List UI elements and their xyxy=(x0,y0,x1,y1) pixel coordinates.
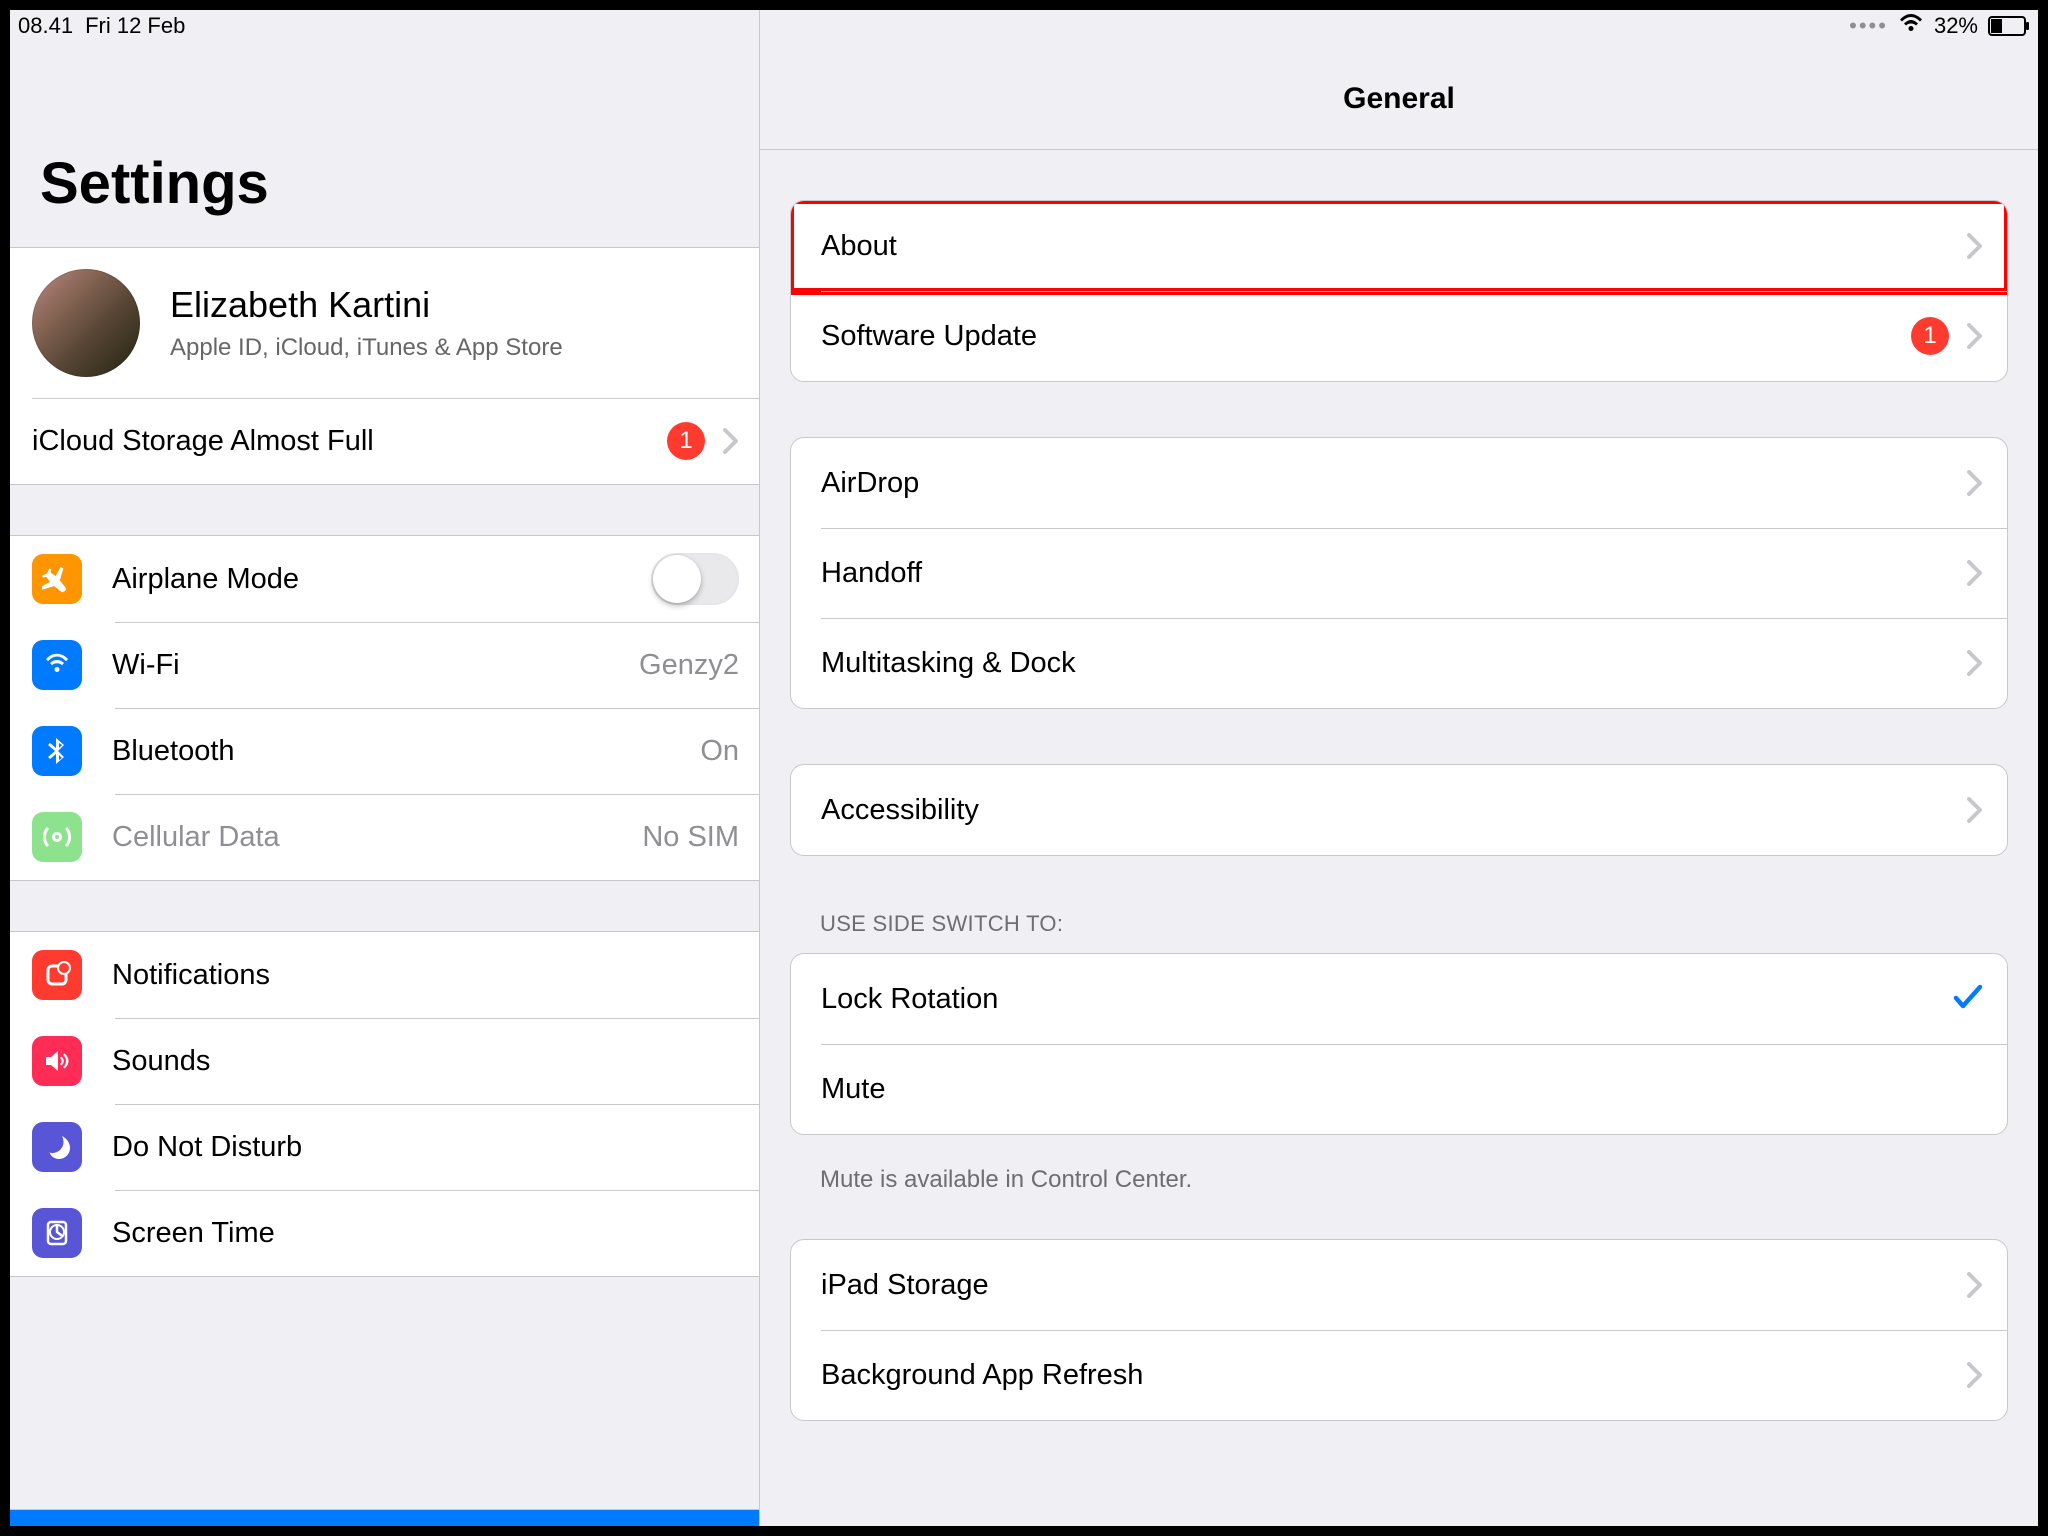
sidebar-item-screentime[interactable]: Screen Time xyxy=(10,1190,759,1276)
wifi-value: Genzy2 xyxy=(639,649,739,682)
detail-item-about[interactable]: About xyxy=(791,201,2007,291)
sidebar-item-general[interactable]: General 1 xyxy=(10,1510,759,1526)
side-switch-heading: USE SIDE SWITCH TO: xyxy=(790,911,2008,953)
battery-icon xyxy=(1988,16,2030,36)
multitasking-label: Multitasking & Dock xyxy=(821,647,1949,680)
detail-item-accessibility[interactable]: Accessibility xyxy=(791,765,2007,855)
software-update-badge: 1 xyxy=(1911,317,1949,355)
detail-item-ipad-storage[interactable]: iPad Storage xyxy=(791,1240,2007,1330)
detail-item-lock-rotation[interactable]: Lock Rotation xyxy=(791,954,2007,1044)
sidebar-item-wifi[interactable]: Wi-Fi Genzy2 xyxy=(10,622,759,708)
screentime-icon xyxy=(32,1208,82,1258)
icloud-storage-warning-row[interactable]: iCloud Storage Almost Full 1 xyxy=(10,398,759,484)
status-dots-icon: •••• xyxy=(1849,13,1888,39)
status-time: 08.41 xyxy=(18,13,73,39)
handoff-label: Handoff xyxy=(821,557,1949,590)
bluetooth-label: Bluetooth xyxy=(112,735,690,768)
detail-item-software-update[interactable]: Software Update 1 xyxy=(791,291,2007,381)
icloud-storage-label: iCloud Storage Almost Full xyxy=(32,425,657,458)
sidebar-item-bluetooth[interactable]: Bluetooth On xyxy=(10,708,759,794)
bluetooth-value: On xyxy=(700,735,739,768)
checkmark-icon xyxy=(1953,984,1983,1015)
detail-item-bg-refresh[interactable]: Background App Refresh xyxy=(791,1330,2007,1420)
side-switch-footer: Mute is available in Control Center. xyxy=(790,1150,2008,1194)
bluetooth-icon xyxy=(32,726,82,776)
airplane-label: Airplane Mode xyxy=(112,563,651,596)
notifications-label: Notifications xyxy=(112,959,739,992)
apple-id-row[interactable]: Elizabeth Kartini Apple ID, iCloud, iTun… xyxy=(10,248,759,398)
chevron-right-icon xyxy=(1967,1272,1983,1298)
chevron-right-icon xyxy=(723,428,739,454)
about-label: About xyxy=(821,230,1949,263)
sounds-label: Sounds xyxy=(112,1045,739,1078)
detail-item-handoff[interactable]: Handoff xyxy=(791,528,2007,618)
sidebar-item-notifications[interactable]: Notifications xyxy=(10,932,759,1018)
notifications-icon xyxy=(32,950,82,1000)
dnd-label: Do Not Disturb xyxy=(112,1131,739,1164)
avatar xyxy=(32,269,140,377)
wifi-icon xyxy=(1898,13,1924,39)
airplane-icon xyxy=(32,554,82,604)
icloud-storage-badge: 1 xyxy=(667,422,705,460)
cellular-value: No SIM xyxy=(642,821,739,854)
detail-item-airdrop[interactable]: AirDrop xyxy=(791,438,2007,528)
sounds-icon xyxy=(32,1036,82,1086)
apple-id-sub: Apple ID, iCloud, iTunes & App Store xyxy=(170,334,563,362)
detail-pane: General About Software Update 1 Air xyxy=(760,10,2038,1526)
cellular-icon xyxy=(32,812,82,862)
chevron-right-icon xyxy=(1967,650,1983,676)
sidebar-item-dnd[interactable]: Do Not Disturb xyxy=(10,1104,759,1190)
mute-label: Mute xyxy=(821,1073,1983,1106)
airplane-toggle[interactable] xyxy=(651,553,739,605)
chevron-right-icon xyxy=(1967,323,1983,349)
settings-title: Settings xyxy=(10,10,759,247)
accessibility-label: Accessibility xyxy=(821,794,1949,827)
device-frame: 08.41 Fri 12 Feb •••• 32% Settings xyxy=(0,0,2048,1536)
dnd-icon xyxy=(32,1122,82,1172)
airdrop-label: AirDrop xyxy=(821,467,1949,500)
chevron-right-icon xyxy=(1967,797,1983,823)
sidebar-item-sounds[interactable]: Sounds xyxy=(10,1018,759,1104)
bg-refresh-label: Background App Refresh xyxy=(821,1359,1949,1392)
sidebar-item-cellular[interactable]: Cellular Data No SIM xyxy=(10,794,759,880)
wifi-settings-icon xyxy=(32,640,82,690)
screentime-label: Screen Time xyxy=(112,1217,739,1250)
chevron-right-icon xyxy=(1967,470,1983,496)
apple-id-name: Elizabeth Kartini xyxy=(170,284,563,326)
detail-item-multitasking[interactable]: Multitasking & Dock xyxy=(791,618,2007,708)
lock-rotation-label: Lock Rotation xyxy=(821,983,1953,1016)
software-update-label: Software Update xyxy=(821,320,1901,353)
chevron-right-icon xyxy=(1967,233,1983,259)
chevron-right-icon xyxy=(1967,1362,1983,1388)
cellular-label: Cellular Data xyxy=(112,821,632,854)
status-date: Fri 12 Feb xyxy=(85,13,185,39)
chevron-right-icon xyxy=(1967,560,1983,586)
ipad-storage-label: iPad Storage xyxy=(821,1269,1949,1302)
status-bar: 08.41 Fri 12 Feb •••• 32% xyxy=(10,10,2038,42)
sidebar: Settings Elizabeth Kartini Apple ID, iCl… xyxy=(10,10,760,1526)
sidebar-item-airplane[interactable]: Airplane Mode xyxy=(10,536,759,622)
wifi-label: Wi-Fi xyxy=(112,649,629,682)
battery-pct: 32% xyxy=(1934,13,1978,39)
detail-item-mute[interactable]: Mute xyxy=(791,1044,2007,1134)
